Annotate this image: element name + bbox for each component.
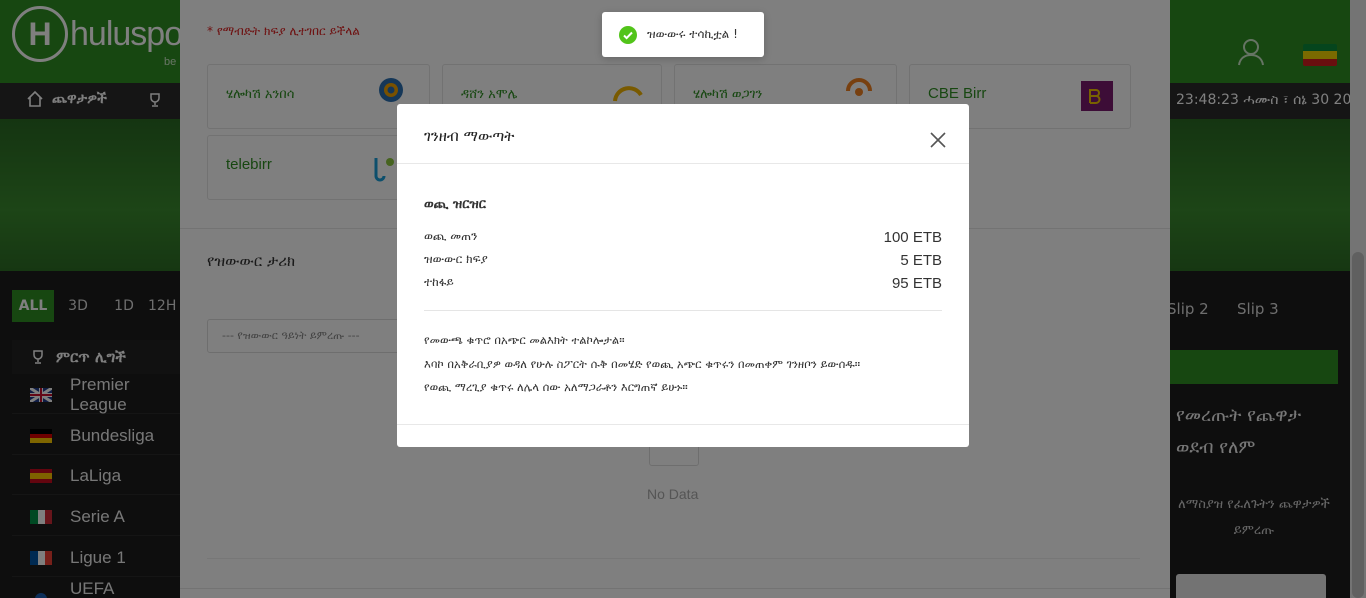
modal-footer-divider [397,424,969,425]
close-icon[interactable] [926,128,950,152]
instruction-line: የመውጫ ቁጥሮ በአጭር መልእክት ተልኮሎታል። [424,333,625,347]
withdraw-details-title: ወጪ ዝርዝር [424,197,486,212]
detail-row-payout: ተከፋይ 95 ETB [424,275,942,292]
detail-label: ወጪ መጠን [424,229,478,243]
detail-row-fee: ዝውውር ክፍያ 5 ETB [424,252,942,269]
detail-row-amount: ወጪ መጠን 100 ETB [424,229,942,246]
success-toast: ዝውውሩ ተሳኪቷል ! [602,12,764,57]
detail-value: 100 ETB [883,229,942,246]
modal-divider [424,310,942,311]
check-circle-icon [619,25,637,44]
detail-value: 5 ETB [900,252,942,269]
instruction-line: የወጪ ማረጊያ ቁጥሩ ለሌላ ሰው አለማጋራቶን እርግጠኛ ይሁኑ። [424,380,688,394]
detail-label: ተከፋይ [424,275,454,289]
detail-label: ዝውውር ክፍያ [424,252,488,266]
modal-title: ገንዘብ ማውጣት [424,127,515,145]
instruction-line: እባኮ በአቅራቢያዎ ወዳለ የሁሉ ስፖርት ሱቅ በመሄድ የወጪ አጭር… [424,357,861,371]
toast-message: ዝውውሩ ተሳኪቷል ! [647,27,738,41]
withdraw-modal: ገንዘብ ማውጣት ወጪ ዝርዝር ወጪ መጠን 100 ETB ዝውውር ክፍ… [397,104,969,447]
detail-value: 95 ETB [891,275,942,292]
modal-header: ገንዘብ ማውጣት [397,104,969,164]
